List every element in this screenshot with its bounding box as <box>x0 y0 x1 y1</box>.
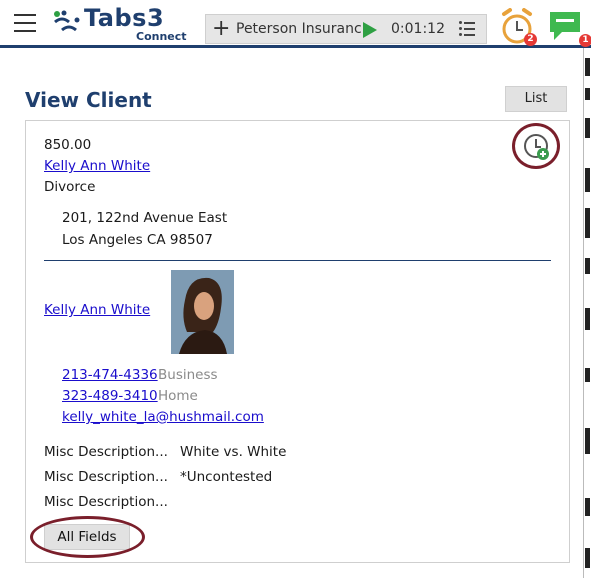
alarm-clock-button[interactable]: 2 <box>500 8 537 46</box>
address-line1: 201, 122nd Avenue East <box>62 210 228 226</box>
contact-photo <box>171 270 234 354</box>
top-bar: Tabs3 Connect + Peterson Insuranc 0:01:1… <box>0 0 591 48</box>
plus-icon[interactable]: + <box>212 18 230 40</box>
misc-label-3: Misc Description... <box>44 494 168 510</box>
logo-subtext: Connect <box>136 30 187 43</box>
misc-value-2: *Uncontested <box>180 469 273 485</box>
menu-icon[interactable] <box>14 14 36 32</box>
contact-name-link[interactable]: Kelly Ann White <box>44 302 150 318</box>
all-fields-button[interactable]: All Fields <box>44 524 130 550</box>
home-phone-link[interactable]: 323-489-3410 <box>62 388 158 404</box>
client-amount: 850.00 <box>44 137 92 153</box>
clock-add-icon <box>524 134 549 160</box>
chat-button[interactable]: 1 <box>548 8 591 47</box>
business-phone-type: Business <box>158 367 218 383</box>
client-name-link[interactable]: Kelly Ann White <box>44 158 150 174</box>
misc-label-2: Misc Description... <box>44 469 168 485</box>
list-icon[interactable] <box>459 21 475 36</box>
misc-value-1: White vs. White <box>180 444 287 460</box>
chat-badge: 1 <box>579 34 591 47</box>
tabs3-logo-mark-icon <box>54 10 80 32</box>
list-button[interactable]: List <box>505 86 567 112</box>
page-title: View Client <box>25 88 152 112</box>
play-icon[interactable] <box>363 22 377 38</box>
email-link[interactable]: kelly_white_la@hushmail.com <box>62 409 264 425</box>
timer-bar[interactable]: + Peterson Insuranc 0:01:12 <box>205 14 487 44</box>
address-line2: Los Angeles CA 98507 <box>62 232 213 248</box>
alarm-badge: 2 <box>524 33 537 46</box>
business-phone-link[interactable]: 213-474-4336 <box>62 367 158 383</box>
timer-matter[interactable]: Peterson Insuranc <box>236 21 362 37</box>
logo-text: Tabs3 <box>84 4 165 32</box>
section-divider <box>44 260 551 261</box>
timer-elapsed: 0:01:12 <box>391 21 445 37</box>
matter-type: Divorce <box>44 179 96 195</box>
right-edge-strip <box>583 48 591 578</box>
tabs3-logo[interactable]: Tabs3 Connect <box>50 4 187 44</box>
home-phone-type: Home <box>158 388 198 404</box>
contact-portrait-icon <box>171 270 234 354</box>
misc-label-1: Misc Description... <box>44 444 168 460</box>
add-time-entry-button[interactable] <box>515 126 559 170</box>
